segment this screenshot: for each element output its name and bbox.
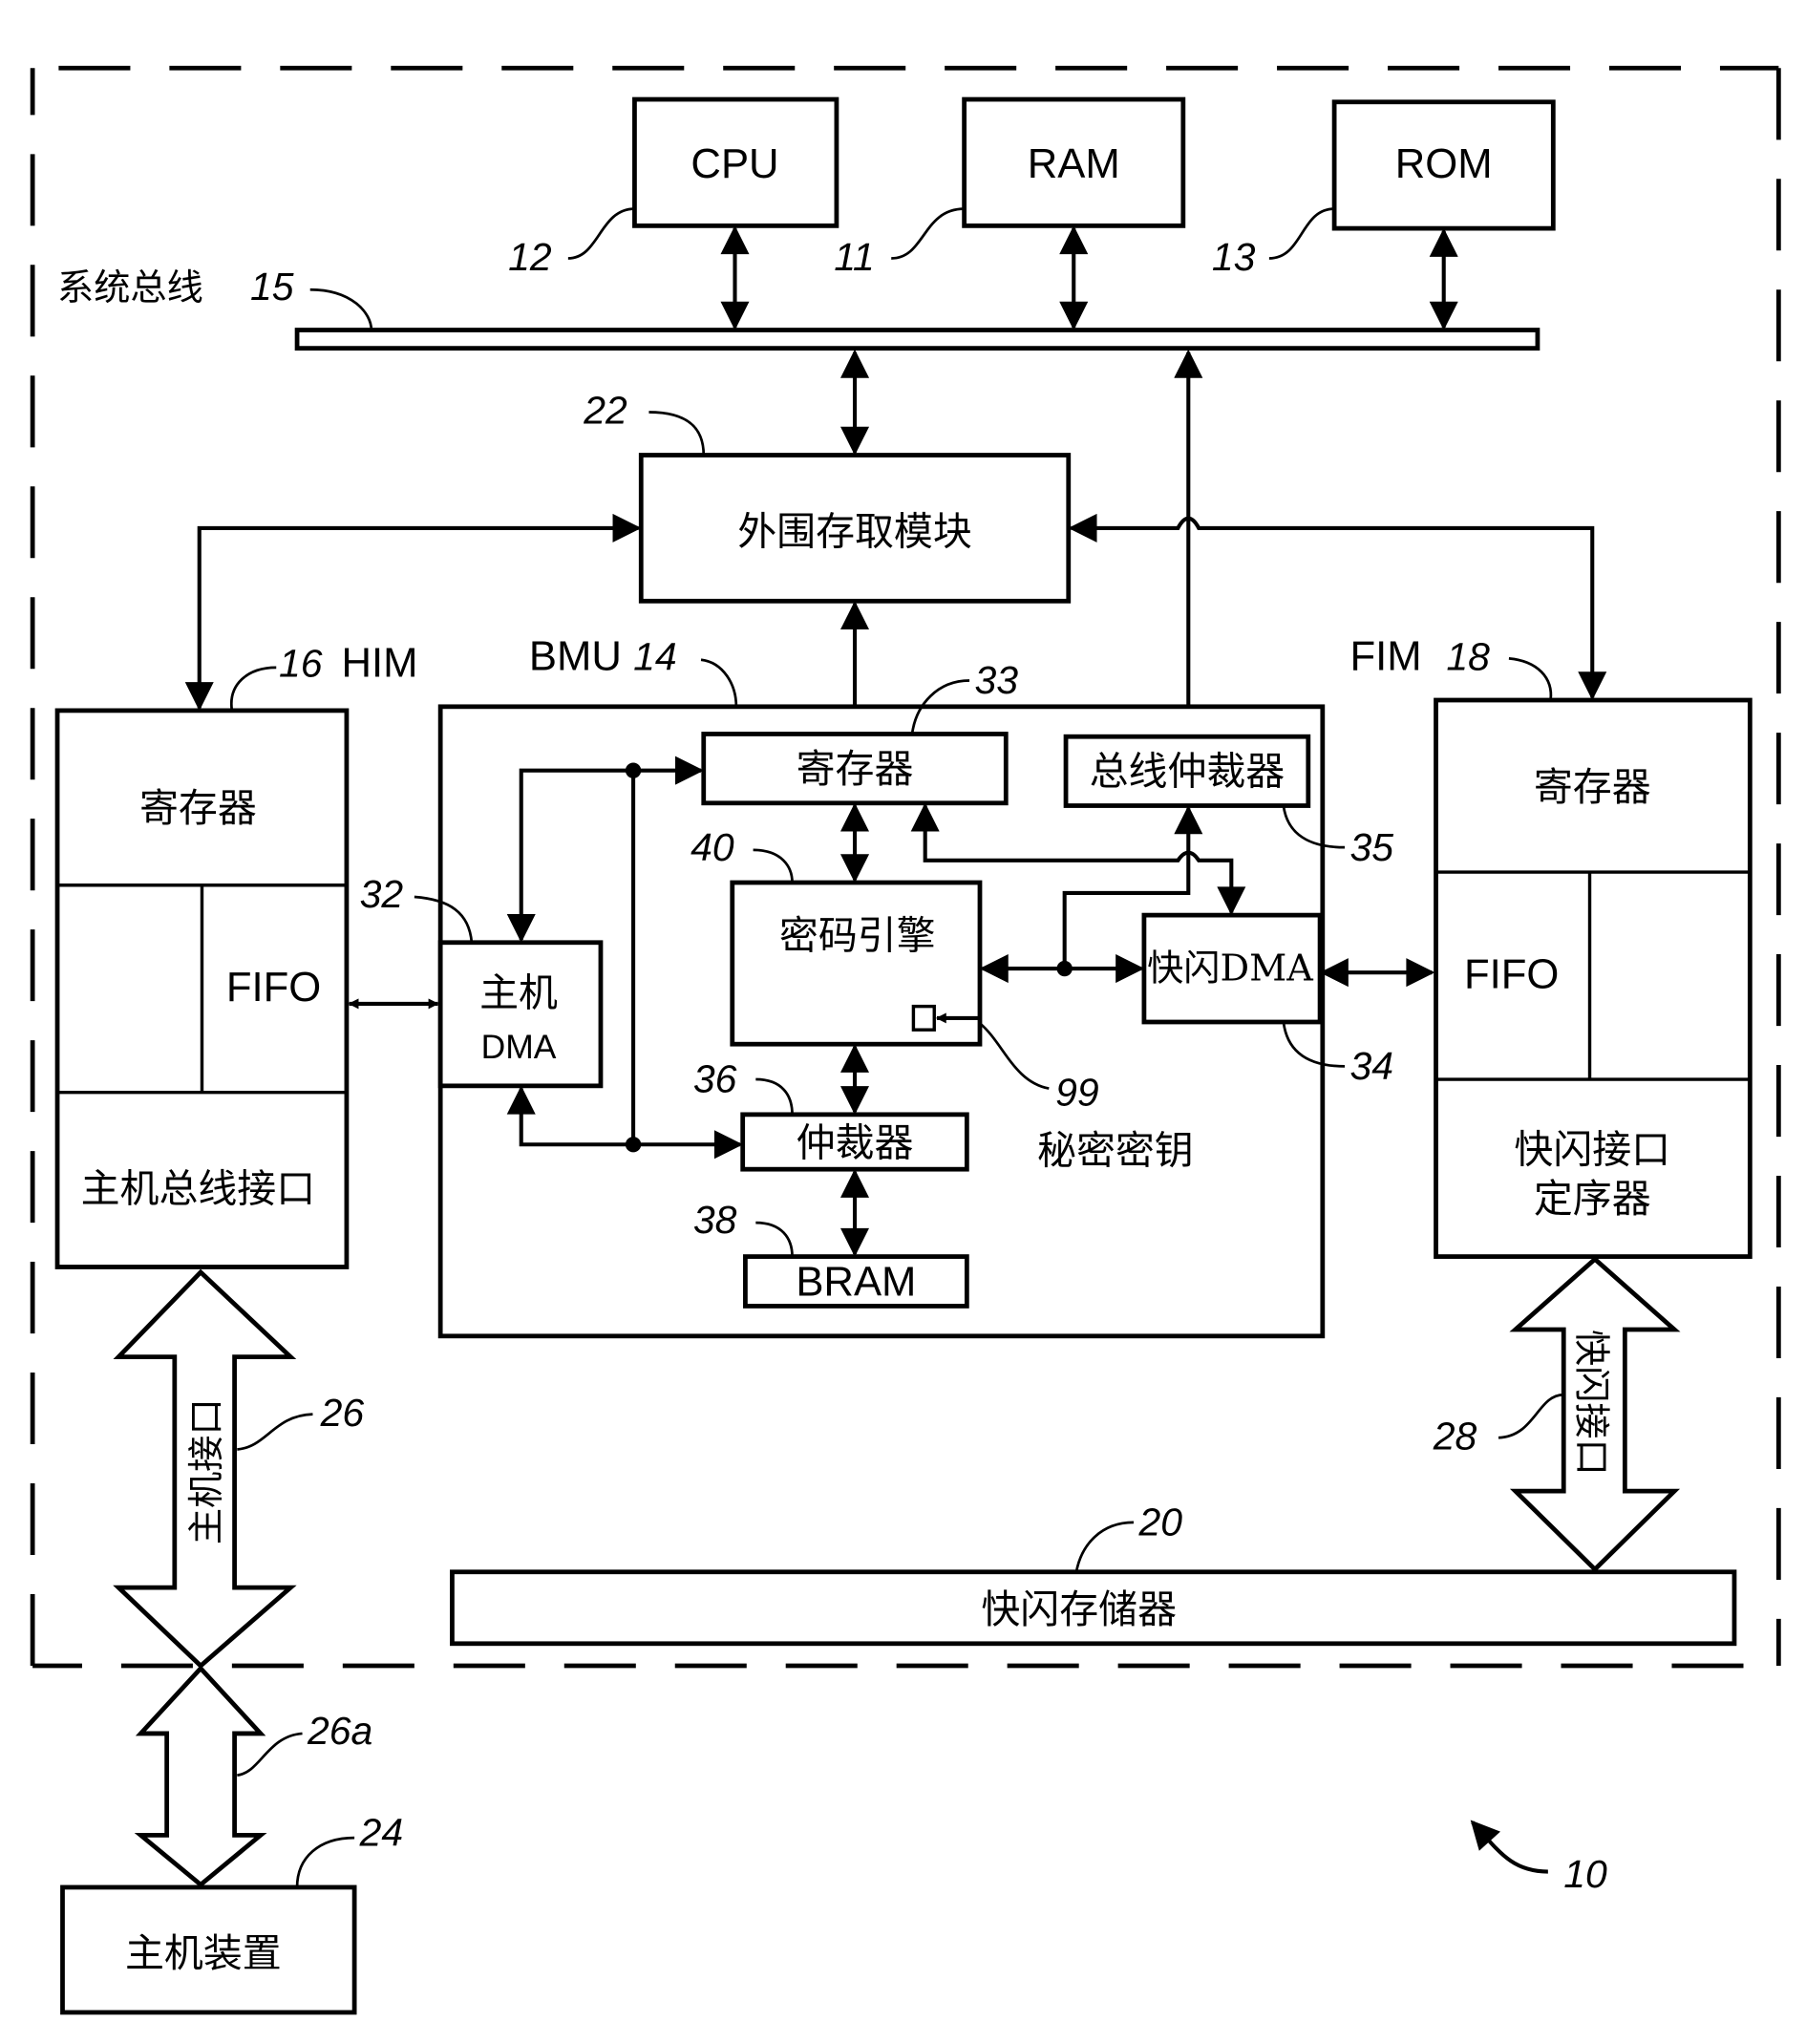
- flash-controller-block-diagram: 系统总线 15 CPU 12 RAM 11 ROM 13 外围存取模块 22 寄…: [30, 65, 1781, 2015]
- rom-label: ROM: [1395, 140, 1493, 187]
- fim-registers: 寄存器: [1534, 764, 1651, 810]
- host-link-ref: 26a: [307, 1709, 372, 1753]
- host-interface-ref: 26: [320, 1391, 365, 1435]
- figure-ref-arrow: [1470, 1820, 1548, 1874]
- flash-interface-label: 快闪接口: [1570, 1330, 1612, 1476]
- peripheral-access-ref: 22: [583, 389, 627, 433]
- secret-key-label: 秘密密钥: [1037, 1128, 1194, 1174]
- bus-arbiter-ref: 35: [1349, 825, 1393, 869]
- him-ref: 16: [279, 641, 323, 685]
- host-device-label: 主机装置: [125, 1930, 282, 1976]
- host-dma-line1: 主机: [479, 970, 558, 1016]
- ram-label: RAM: [1028, 140, 1120, 187]
- flash-memory-label: 快闪存储器: [981, 1586, 1177, 1632]
- system-bus-label: 系统总线: [57, 267, 203, 309]
- him-block: 寄存器 FIFO 主机总线接口: [54, 708, 350, 1269]
- host-interface-label: 主机接口: [186, 1398, 228, 1544]
- cpu-label: CPU: [691, 140, 778, 187]
- secret-key-ref: 99: [1055, 1070, 1099, 1114]
- figure-ref: 10: [1563, 1852, 1607, 1896]
- fim-name: FIM: [1349, 633, 1421, 680]
- fim-sequencer-line2: 定序器: [1534, 1176, 1651, 1222]
- him-registers: 寄存器: [139, 785, 257, 831]
- junction: [625, 762, 642, 778]
- system-bus-ref: 15: [250, 265, 294, 309]
- host-device-ref: 24: [359, 1810, 404, 1854]
- bram-ref: 38: [693, 1198, 737, 1242]
- flash-interface-ref: 28: [1433, 1415, 1477, 1458]
- host-dma-ref: 32: [360, 872, 404, 916]
- host-link-arrow: [134, 1665, 267, 1888]
- bram-label: BRAM: [796, 1259, 916, 1306]
- pam-him-arrow: [184, 513, 642, 712]
- fim-ref: 18: [1446, 635, 1490, 679]
- peripheral-access-label: 外围存取模块: [737, 509, 972, 555]
- ram-ref: 11: [834, 235, 874, 279]
- system-bus: [294, 328, 1540, 351]
- cpu-ref: 12: [508, 235, 552, 279]
- crypto-engine-label: 密码引擎: [779, 913, 936, 959]
- pam-fim-arrow: [1068, 513, 1607, 701]
- arbiter-label: 仲裁器: [797, 1120, 914, 1166]
- flash-dma-label: 快闪DMA: [1147, 947, 1313, 990]
- junction: [625, 1137, 642, 1153]
- flash-memory-ref: 20: [1137, 1501, 1182, 1544]
- bus-arbiter-label: 总线仲裁器: [1090, 749, 1285, 795]
- fim-fifo: FIFO: [1464, 951, 1559, 998]
- crypto-engine-ref: 40: [691, 825, 734, 869]
- bmu-registers-ref: 33: [975, 658, 1019, 702]
- fim-sequencer-line1: 快闪接口: [1514, 1126, 1670, 1172]
- him-fifo: FIFO: [226, 964, 321, 1011]
- him-bus-interface: 主机总线接口: [81, 1165, 316, 1211]
- him-name: HIM: [341, 639, 417, 686]
- fim-block: 寄存器 FIFO 快闪接口 定序器: [1434, 697, 1753, 1259]
- flash-dma-ref: 34: [1349, 1044, 1393, 1088]
- host-dma-line2: DMA: [481, 1028, 557, 1066]
- rom-ref: 13: [1212, 235, 1256, 279]
- bmu-registers-label: 寄存器: [797, 746, 914, 792]
- arbiter-ref: 36: [693, 1057, 737, 1101]
- bmu-ref: 14: [633, 635, 677, 679]
- bmu-name: BMU: [529, 633, 622, 680]
